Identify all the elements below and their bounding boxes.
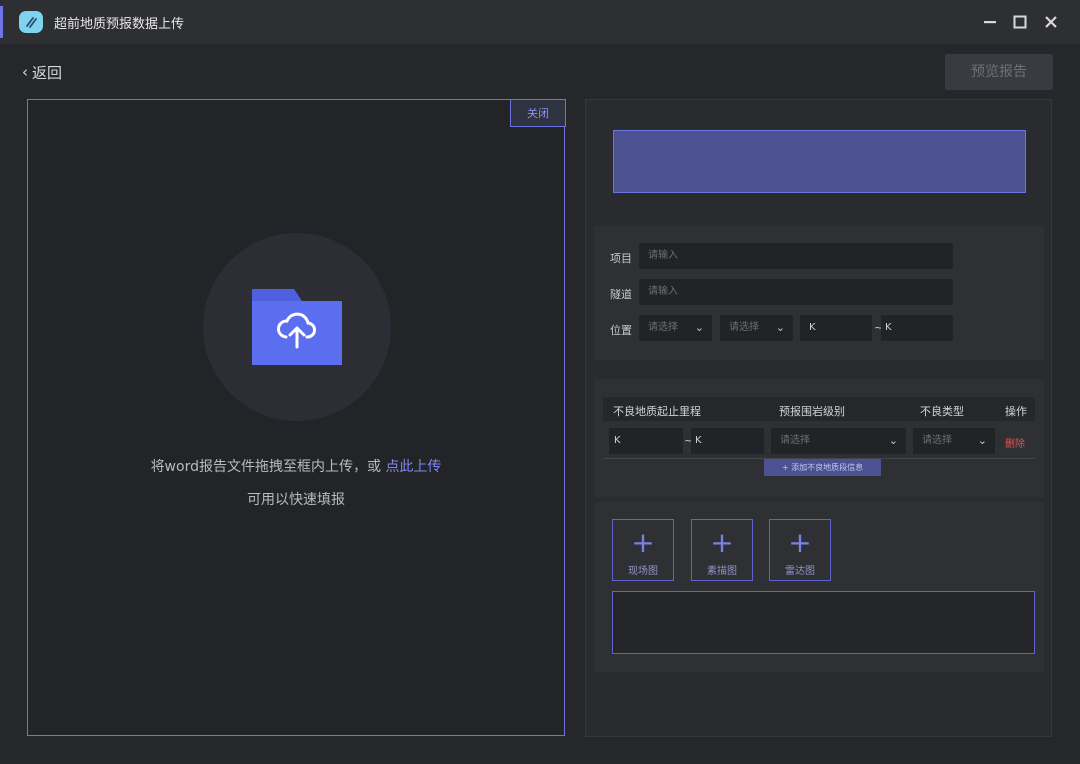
sketch-image-upload[interactable]: + 素描图 xyxy=(691,519,753,581)
position-select-1[interactable]: 请选择 ⌄ xyxy=(639,315,712,341)
plus-icon: + xyxy=(631,526,655,559)
position-k-start-input[interactable]: K xyxy=(800,315,872,341)
title-bar-accent xyxy=(0,6,3,38)
upload-prompt-text: 将word报告文件拖拽至框内上传，或 xyxy=(150,459,381,475)
app-logo-icon xyxy=(19,11,43,33)
add-geo-row-button[interactable]: + 添加不良地质段信息 xyxy=(764,459,881,476)
radar-image-upload[interactable]: + 雷达图 xyxy=(769,519,831,581)
position-label: 位置 xyxy=(610,324,632,337)
close-upload-button[interactable]: 关闭 xyxy=(510,99,566,127)
upload-prompt: 将word报告文件拖拽至框内上传，或 点此上传 xyxy=(27,456,565,476)
plus-icon: + xyxy=(710,526,734,559)
position-select-2[interactable]: 请选择 ⌄ xyxy=(720,315,793,341)
chevron-left-icon: ‹ xyxy=(22,63,28,81)
back-label: 返回 xyxy=(32,63,63,82)
chevron-down-icon: ⌄ xyxy=(775,321,785,334)
delete-row-button[interactable]: 删除 xyxy=(1005,435,1025,450)
bad-type-value: 请选择 xyxy=(922,435,952,446)
geo-k-start-input[interactable]: K xyxy=(609,428,683,454)
scene-image-label: 现场图 xyxy=(628,566,658,577)
position-k-end-input[interactable]: K xyxy=(881,315,953,341)
geo-header-mileage: 不良地质起止里程 xyxy=(613,405,701,418)
app-title: 超前地质预报数据上传 xyxy=(54,17,185,32)
chevron-down-icon: ⌄ xyxy=(694,321,704,334)
rock-level-select[interactable]: 请选择 ⌄ xyxy=(771,428,906,454)
chevron-down-icon: ⌄ xyxy=(977,434,987,447)
tunnel-label: 隧道 xyxy=(610,288,632,301)
header-banner xyxy=(613,130,1026,193)
scene-image-upload[interactable]: + 现场图 xyxy=(612,519,674,581)
plus-icon: + xyxy=(788,526,812,559)
project-label: 项目 xyxy=(610,252,632,265)
upload-subtext: 可用以快速填报 xyxy=(247,492,345,508)
geo-header-bad-type: 不良类型 xyxy=(920,405,964,418)
project-input[interactable]: 请输入 xyxy=(639,243,953,269)
radar-image-label: 雷达图 xyxy=(785,566,815,577)
close-icon[interactable] xyxy=(1041,12,1061,32)
maximize-icon[interactable] xyxy=(1010,12,1030,32)
notes-textarea[interactable] xyxy=(612,591,1035,654)
geo-header-rock-level: 预报围岩级别 xyxy=(779,405,845,418)
sketch-image-label: 素描图 xyxy=(707,566,737,577)
tunnel-input[interactable]: 请输入 xyxy=(639,279,953,305)
geo-k-end-input[interactable]: K xyxy=(691,428,764,454)
folder-upload-icon xyxy=(252,289,342,365)
geo-header-action: 操作 xyxy=(1005,405,1027,418)
click-upload-link[interactable]: 点此上传 xyxy=(385,459,441,475)
preview-report-button[interactable]: 预览报告 xyxy=(945,54,1053,90)
chevron-down-icon: ⌄ xyxy=(888,434,898,447)
bad-type-select[interactable]: 请选择 ⌄ xyxy=(913,428,995,454)
minimize-icon[interactable] xyxy=(980,12,1000,32)
position-select-2-value: 请选择 xyxy=(729,322,759,333)
back-button[interactable]: ‹ 返回 xyxy=(22,61,62,83)
rock-level-value: 请选择 xyxy=(780,435,810,446)
position-select-1-value: 请选择 xyxy=(648,322,678,333)
